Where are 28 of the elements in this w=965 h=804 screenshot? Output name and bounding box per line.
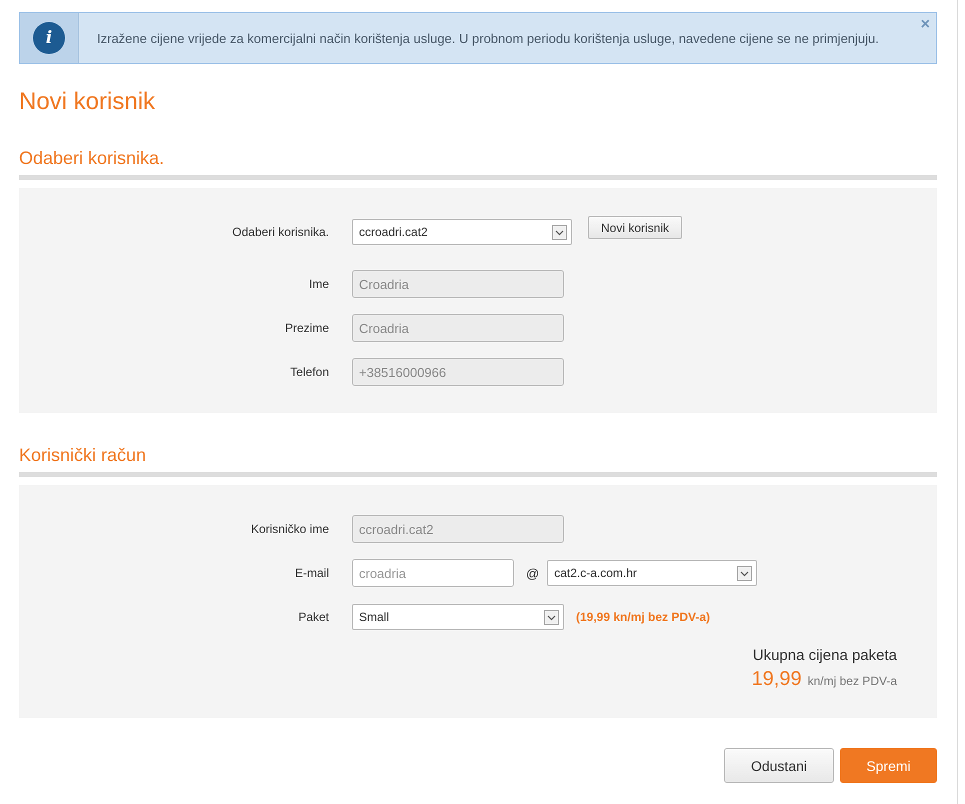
caret-icon: [544, 610, 559, 624]
price-note: (19,99 kn/mj bez PDV-a): [576, 610, 710, 624]
at-sign: @: [526, 566, 540, 580]
close-button[interactable]: ×: [920, 16, 930, 34]
page-title: Novi korisnik: [19, 88, 156, 116]
field-label: Prezime: [284, 321, 329, 335]
total-label: Ukupna cijena paketa: [752, 647, 897, 664]
section-heading: Korisnički račun: [19, 445, 148, 466]
field-label: Ime: [308, 277, 329, 291]
price-unit: kn/mj bez PDV-a: [808, 674, 897, 688]
alert-message: Izražene cijene vrijede za komercijalni način korištenja usluge. U probnom periodu korištenja usluge, navedene cijene se ne primjenjuju.: [97, 30, 879, 46]
total-amount: 19,99: [752, 668, 802, 691]
cancel-button[interactable]: Odustani: [724, 748, 834, 783]
caret-icon: [552, 224, 567, 240]
section-heading: Odaberi korisnika.: [19, 148, 166, 169]
field-label: E-mail: [294, 566, 329, 580]
domain-dropdown[interactable]: cat2.c-a.com.hr: [547, 560, 758, 586]
field-label: Telefon: [289, 365, 329, 379]
email-field[interactable]: croadria: [352, 559, 514, 587]
new-user-button[interactable]: Novi korisnik: [588, 216, 682, 239]
field-label: Odaberi korisnika.: [231, 225, 329, 239]
dropdown[interactable]: ccroadri.cat2: [352, 219, 572, 245]
caret-icon: [737, 566, 752, 580]
dropdown[interactable]: Small: [352, 604, 564, 630]
field-label: Korisničko ime: [250, 522, 329, 536]
field-label: Paket: [297, 610, 329, 624]
save-button[interactable]: Spremi: [840, 748, 937, 783]
info-icon: i: [33, 22, 65, 54]
